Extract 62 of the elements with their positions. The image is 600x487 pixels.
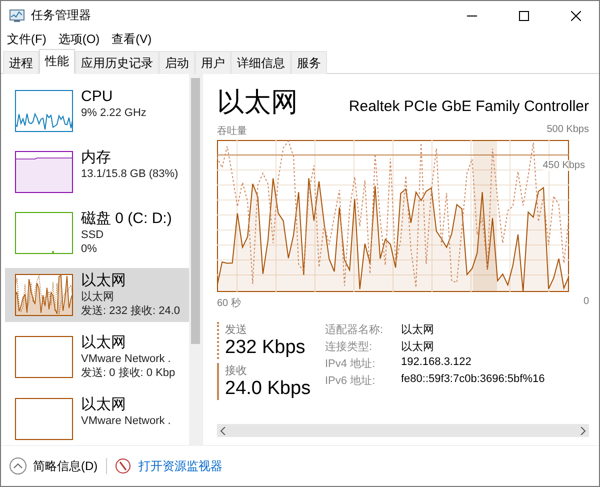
tab[interactable]: 应用历史记录 bbox=[75, 51, 159, 74]
info-label: 连接类型: bbox=[325, 340, 374, 354]
item-detail: 0% bbox=[81, 242, 98, 256]
graph-end: 0 bbox=[583, 296, 589, 309]
graph-start: 60 秒 bbox=[217, 296, 241, 310]
info-label: 适配器名称: bbox=[325, 323, 384, 337]
stat-value: 232 Kbps bbox=[225, 337, 306, 359]
menu-item[interactable]: 选项(O) bbox=[58, 31, 100, 48]
graph-marker: 450 Kbps bbox=[542, 160, 585, 171]
chevron-up-icon bbox=[9, 457, 27, 475]
sidebar-item[interactable]: 以太网 VMware Network . bbox=[5, 392, 189, 445]
menu-item[interactable]: 文件(F) bbox=[7, 31, 46, 48]
sidebar-item[interactable]: 内存 13.1/15.8 GB (83%) bbox=[5, 145, 189, 198]
maximize-icon bbox=[519, 10, 529, 20]
resource-monitor-icon bbox=[114, 458, 131, 474]
info-value: fe80::59f3:7c0b:3696:5bf%16 bbox=[401, 373, 545, 387]
graph-max: 500 Kbps bbox=[546, 124, 589, 137]
tab[interactable]: 服务 bbox=[291, 51, 327, 74]
vertical-scrollbar[interactable] bbox=[189, 74, 202, 445]
graph-label: 吞吐量 bbox=[217, 124, 247, 138]
item-title: CPU bbox=[81, 88, 114, 106]
stat-label: 发送 bbox=[225, 323, 248, 337]
info-label: IPv4 地址: bbox=[325, 357, 376, 371]
scroll-left-icon[interactable] bbox=[220, 426, 226, 434]
sidebar-item[interactable]: 磁盘 0 (C: D:) SSD 0% bbox=[5, 206, 189, 260]
stat-value: 24.0 Kbps bbox=[225, 378, 312, 400]
item-title: 以太网 bbox=[81, 334, 127, 352]
tab[interactable]: 用户 bbox=[195, 51, 231, 74]
item-detail: 13.1/15.8 GB (83%) bbox=[81, 167, 178, 181]
tab[interactable]: 进程 bbox=[3, 51, 39, 74]
tab[interactable]: 性能 bbox=[39, 49, 75, 74]
item-title: 内存 bbox=[81, 149, 112, 167]
item-title: 以太网 bbox=[81, 272, 127, 290]
window-title: 任务管理器 bbox=[31, 7, 92, 24]
tab[interactable]: 详细信息 bbox=[231, 51, 291, 74]
stat-label: 接收 bbox=[225, 364, 248, 378]
sidebar-item[interactable]: CPU 9% 2.22 GHz bbox=[5, 84, 189, 137]
resource-monitor-link[interactable]: 打开资源监视器 bbox=[138, 458, 223, 474]
item-detail: 以太网 bbox=[81, 290, 115, 304]
item-title: 以太网 bbox=[81, 396, 127, 414]
info-value: 以太网 bbox=[401, 340, 435, 354]
info-value: 以太网 bbox=[401, 323, 435, 337]
scroll-right-icon[interactable] bbox=[580, 426, 586, 434]
task-manager-icon bbox=[9, 8, 25, 22]
horizontal-scrollbar[interactable] bbox=[217, 424, 589, 437]
tab[interactable]: 启动 bbox=[159, 51, 195, 74]
item-detail: VMware Network . bbox=[81, 352, 172, 366]
info-value: 192.168.3.122 bbox=[401, 356, 472, 370]
device-title: 以太网 bbox=[217, 86, 298, 119]
adapter-name: Realtek PCIe GbE Family Controller bbox=[348, 98, 589, 115]
item-detail: SSD bbox=[81, 228, 105, 242]
item-detail: VMware Network . bbox=[81, 414, 171, 428]
item-detail: 发送: 232 接收: 24.0 bbox=[81, 304, 180, 318]
item-title: 磁盘 0 (C: D:) bbox=[81, 210, 172, 228]
close-icon bbox=[571, 10, 581, 20]
item-detail: 发送: 0 接收: 0 Kbp bbox=[81, 366, 176, 380]
sidebar-item[interactable]: 以太网 以太网 发送: 232 接收: 24.0 bbox=[5, 268, 189, 322]
info-label: IPv6 地址: bbox=[325, 374, 376, 388]
summary-button[interactable]: 简略信息(D) bbox=[9, 457, 98, 475]
sidebar-item[interactable]: 以太网 VMware Network . 发送: 0 接收: 0 Kbp bbox=[5, 330, 189, 384]
menu-item[interactable]: 查看(V) bbox=[112, 31, 152, 48]
item-detail: 9% 2.22 GHz bbox=[81, 106, 146, 120]
